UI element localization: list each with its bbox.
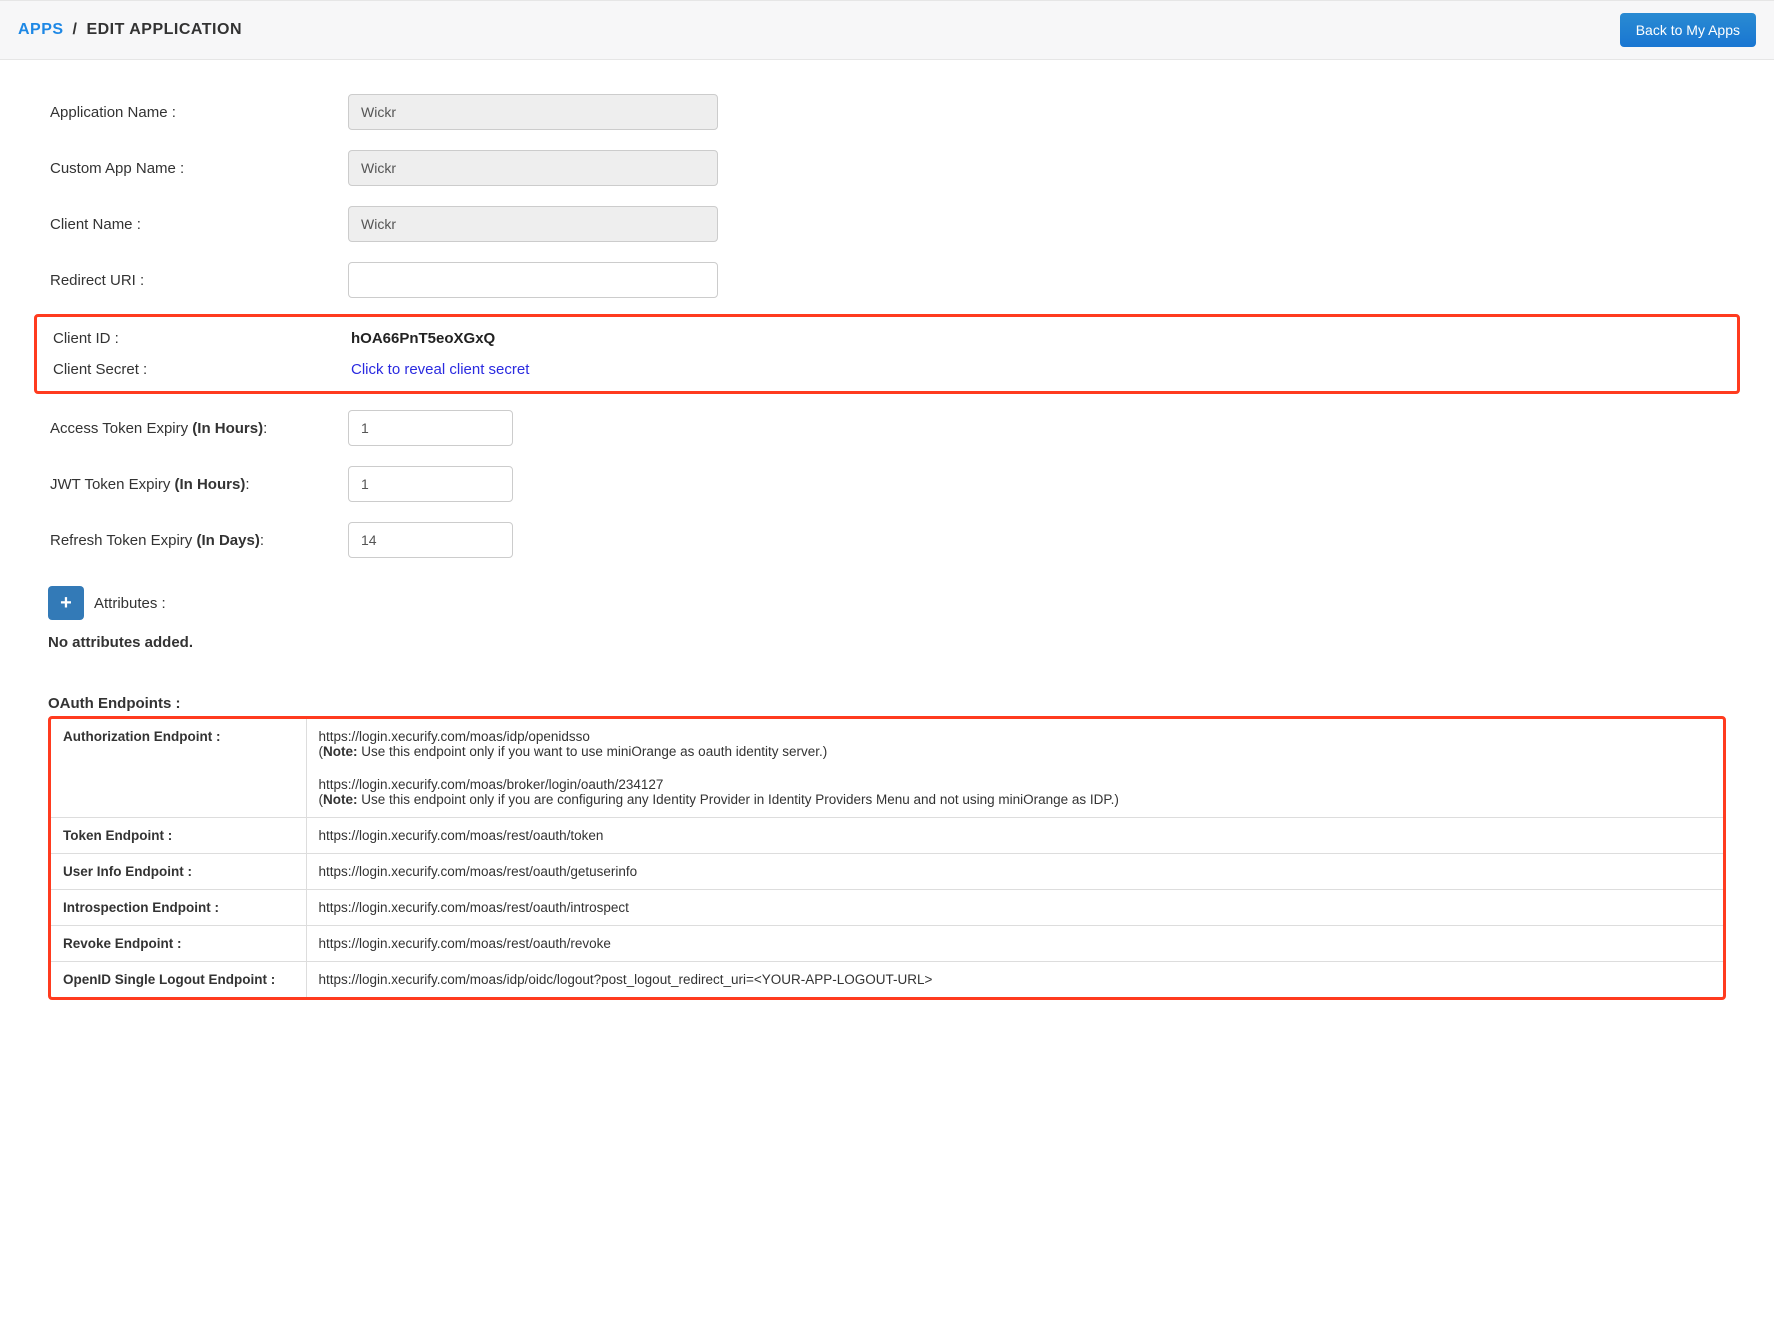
client-name-label: Client Name : bbox=[48, 216, 348, 233]
introspection-endpoint-row: Introspection Endpoint : https://login.x… bbox=[51, 890, 1723, 926]
client-credentials-highlight: Client ID : hOA66PnT5eoXGxQ Client Secre… bbox=[34, 314, 1740, 394]
breadcrumb-separator: / bbox=[73, 21, 78, 38]
authorization-endpoint-label: Authorization Endpoint : bbox=[51, 719, 306, 818]
application-name-input bbox=[348, 94, 718, 130]
client-secret-label: Client Secret : bbox=[51, 361, 351, 378]
client-secret-row: Client Secret : Click to reveal client s… bbox=[51, 354, 1723, 385]
redirect-uri-input[interactable] bbox=[348, 262, 718, 298]
application-name-row: Application Name : bbox=[48, 84, 1726, 140]
access-token-expiry-label-prefix: Access Token Expiry bbox=[50, 420, 192, 437]
refresh-token-expiry-label-unit: (In Days) bbox=[196, 532, 259, 549]
client-name-input bbox=[348, 206, 718, 242]
logout-endpoint-label: OpenID Single Logout Endpoint : bbox=[51, 962, 306, 998]
attributes-row: + Attributes : bbox=[48, 568, 1726, 620]
client-name-row: Client Name : bbox=[48, 196, 1726, 252]
token-endpoint-value: https://login.xecurify.com/moas/rest/oau… bbox=[306, 818, 1723, 854]
authorization-endpoint-row: Authorization Endpoint : https://login.x… bbox=[51, 719, 1723, 818]
token-endpoint-label: Token Endpoint : bbox=[51, 818, 306, 854]
refresh-token-expiry-colon: : bbox=[260, 532, 264, 549]
introspection-endpoint-value: https://login.xecurify.com/moas/rest/oau… bbox=[306, 890, 1723, 926]
add-attribute-button[interactable]: + bbox=[48, 586, 84, 620]
custom-app-name-row: Custom App Name : bbox=[48, 140, 1726, 196]
endpoints-table: Authorization Endpoint : https://login.x… bbox=[51, 719, 1723, 997]
refresh-token-expiry-label: Refresh Token Expiry (In Days): bbox=[48, 532, 348, 549]
authorization-endpoint-url-1: https://login.xecurify.com/moas/idp/open… bbox=[319, 729, 1712, 744]
userinfo-endpoint-label: User Info Endpoint : bbox=[51, 854, 306, 890]
logout-endpoint-value: https://login.xecurify.com/moas/idp/oidc… bbox=[306, 962, 1723, 998]
client-id-value: hOA66PnT5eoXGxQ bbox=[351, 330, 495, 347]
access-token-expiry-input[interactable] bbox=[348, 410, 513, 446]
access-token-expiry-label-unit: (In Hours) bbox=[192, 420, 263, 437]
breadcrumb: APPS / EDIT APPLICATION bbox=[18, 21, 242, 39]
authorization-endpoint-url-2: https://login.xecurify.com/moas/broker/l… bbox=[319, 777, 1712, 792]
logout-endpoint-row: OpenID Single Logout Endpoint : https://… bbox=[51, 962, 1723, 998]
refresh-token-expiry-input[interactable] bbox=[348, 522, 513, 558]
authorization-endpoint-note-2: (Note: Use this endpoint only if you are… bbox=[319, 792, 1712, 807]
attributes-label: Attributes : bbox=[94, 595, 166, 612]
revoke-endpoint-label: Revoke Endpoint : bbox=[51, 926, 306, 962]
breadcrumb-current: EDIT APPLICATION bbox=[86, 21, 242, 38]
breadcrumb-apps-link[interactable]: APPS bbox=[18, 21, 64, 38]
refresh-token-expiry-row: Refresh Token Expiry (In Days): bbox=[48, 512, 1726, 568]
access-token-expiry-row: Access Token Expiry (In Hours): bbox=[48, 400, 1726, 456]
plus-icon: + bbox=[60, 593, 72, 613]
jwt-token-expiry-label: JWT Token Expiry (In Hours): bbox=[48, 476, 348, 493]
redirect-uri-row: Redirect URI : bbox=[48, 252, 1726, 308]
jwt-token-expiry-label-unit: (In Hours) bbox=[174, 476, 245, 493]
jwt-token-expiry-row: JWT Token Expiry (In Hours): bbox=[48, 456, 1726, 512]
userinfo-endpoint-value: https://login.xecurify.com/moas/rest/oau… bbox=[306, 854, 1723, 890]
back-to-my-apps-button[interactable]: Back to My Apps bbox=[1620, 13, 1756, 47]
jwt-token-expiry-label-prefix: JWT Token Expiry bbox=[50, 476, 174, 493]
header-bar: APPS / EDIT APPLICATION Back to My Apps bbox=[0, 0, 1774, 60]
userinfo-endpoint-row: User Info Endpoint : https://login.xecur… bbox=[51, 854, 1723, 890]
jwt-token-expiry-colon: : bbox=[245, 476, 249, 493]
application-name-label: Application Name : bbox=[48, 104, 348, 121]
redirect-uri-label: Redirect URI : bbox=[48, 272, 348, 289]
refresh-token-expiry-label-prefix: Refresh Token Expiry bbox=[50, 532, 196, 549]
revoke-endpoint-row: Revoke Endpoint : https://login.xecurify… bbox=[51, 926, 1723, 962]
revoke-endpoint-value: https://login.xecurify.com/moas/rest/oau… bbox=[306, 926, 1723, 962]
introspection-endpoint-label: Introspection Endpoint : bbox=[51, 890, 306, 926]
reveal-client-secret-link[interactable]: Click to reveal client secret bbox=[351, 361, 529, 378]
no-attributes-text: No attributes added. bbox=[48, 634, 1726, 651]
client-id-row: Client ID : hOA66PnT5eoXGxQ bbox=[51, 323, 1723, 354]
access-token-expiry-colon: : bbox=[263, 420, 267, 437]
oauth-endpoints-title: OAuth Endpoints : bbox=[48, 695, 1726, 712]
access-token-expiry-label: Access Token Expiry (In Hours): bbox=[48, 420, 348, 437]
token-endpoint-row: Token Endpoint : https://login.xecurify.… bbox=[51, 818, 1723, 854]
authorization-endpoint-note-1: (Note: Use this endpoint only if you wan… bbox=[319, 744, 1712, 759]
endpoints-highlight: Authorization Endpoint : https://login.x… bbox=[48, 716, 1726, 1000]
content-area: Application Name : Custom App Name : Cli… bbox=[0, 60, 1774, 1040]
authorization-endpoint-value: https://login.xecurify.com/moas/idp/open… bbox=[306, 719, 1723, 818]
custom-app-name-input bbox=[348, 150, 718, 186]
client-id-label: Client ID : bbox=[51, 330, 351, 347]
custom-app-name-label: Custom App Name : bbox=[48, 160, 348, 177]
jwt-token-expiry-input[interactable] bbox=[348, 466, 513, 502]
